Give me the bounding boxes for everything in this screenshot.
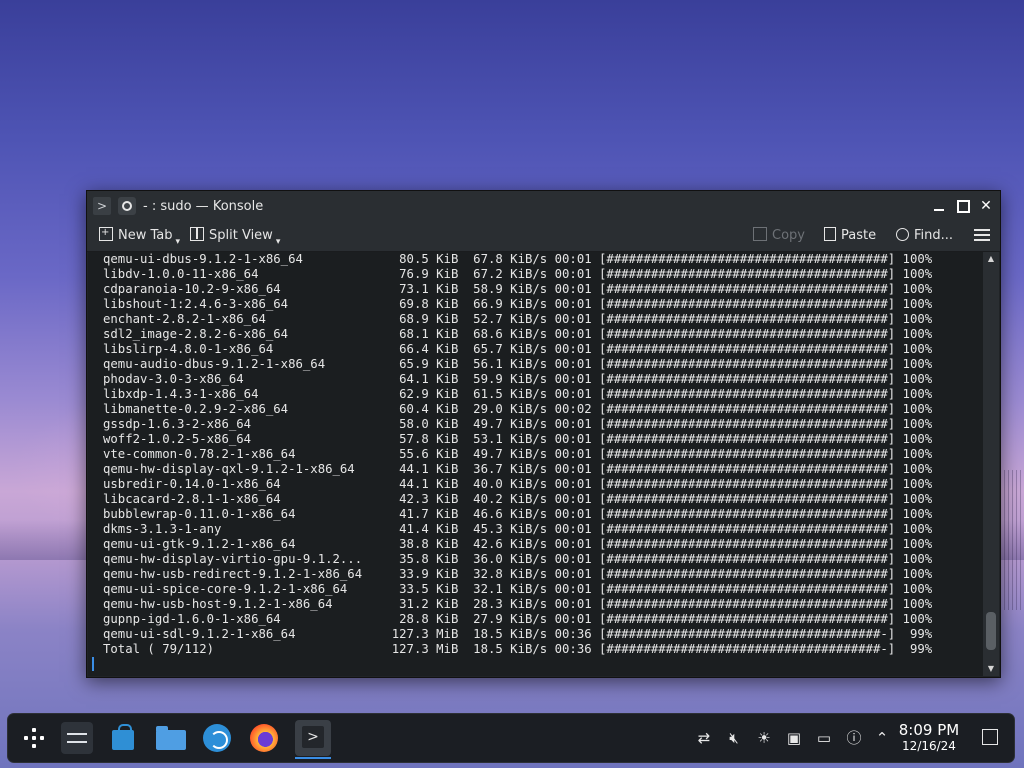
search-icon xyxy=(896,228,909,241)
copy-button[interactable]: Copy xyxy=(753,227,805,245)
show-desktop-icon[interactable] xyxy=(982,729,998,745)
window-menu-icon[interactable]: > xyxy=(93,197,111,215)
konsole-task-icon[interactable]: > xyxy=(295,720,331,759)
find-label: Find... xyxy=(914,228,954,243)
copy-label: Copy xyxy=(772,228,805,243)
terminal-line: woff2-1.0.2-5-x86_64 57.8 KiB 53.1 KiB/s… xyxy=(103,432,933,446)
clock[interactable]: 8:09 PM 12/16/24 xyxy=(894,721,964,753)
paste-icon xyxy=(824,227,836,241)
scroll-thumb[interactable] xyxy=(986,612,996,650)
terminal-line: bubblewrap-0.11.0-1-x86_64 41.7 KiB 46.6… xyxy=(103,507,933,521)
terminal-line: dkms-3.1.3-1-any 41.4 KiB 45.3 KiB/s 00:… xyxy=(103,522,933,536)
paste-label: Paste xyxy=(841,228,877,243)
window-titlebar[interactable]: > - : sudo — Konsole ✕ xyxy=(87,191,1000,221)
firefox-icon[interactable] xyxy=(248,722,280,754)
terminal-line: qemu-hw-display-virtio-gpu-9.1.2... 35.8… xyxy=(103,552,933,566)
terminal-line: qemu-hw-usb-redirect-9.1.2-1-x86_64 33.9… xyxy=(103,567,933,581)
copy-icon xyxy=(753,227,767,241)
konsole-app-icon[interactable] xyxy=(118,197,136,215)
konsole-toolbar: New Tab▾ Split View▾ Copy Paste Find... xyxy=(87,221,1000,252)
terminal-line: qemu-hw-usb-host-9.1.2-1-x86_64 31.2 KiB… xyxy=(103,597,933,611)
paste-button[interactable]: Paste xyxy=(824,227,876,245)
network-icon[interactable]: ⇄ xyxy=(694,728,714,748)
split-view-button[interactable]: Split View ▾ xyxy=(190,227,281,247)
terminal-cursor xyxy=(92,657,94,671)
terminal-line: phodav-3.0-3-x86_64 64.1 KiB 59.9 KiB/s … xyxy=(103,372,933,386)
terminal-scrollbar[interactable]: ▲ ▼ xyxy=(983,252,999,676)
terminal-line: enchant-2.8.2-1-x86_64 68.9 KiB 52.7 KiB… xyxy=(103,312,933,326)
split-view-label: Split View xyxy=(209,228,273,243)
terminal-line: gupnp-igd-1.6.0-1-x86_64 28.8 KiB 27.9 K… xyxy=(103,612,933,626)
terminal-line: qemu-audio-dbus-9.1.2-1-x86_64 65.9 KiB … xyxy=(103,357,933,371)
terminal-line: sdl2_image-2.8.2-6-x86_64 68.1 KiB 68.6 … xyxy=(103,327,933,341)
terminal-line: libxdp-1.4.3-1-x86_64 62.9 KiB 61.5 KiB/… xyxy=(103,387,933,401)
find-button[interactable]: Find... xyxy=(896,227,953,245)
terminal-line: qemu-hw-display-qxl-9.1.2-1-x86_64 44.1 … xyxy=(103,462,933,476)
terminal-line: qemu-ui-spice-core-9.1.2-1-x86_64 33.5 K… xyxy=(103,582,933,596)
hamburger-menu-icon[interactable] xyxy=(974,229,990,241)
terminal-line: libdv-1.0.0-11-x86_64 76.9 KiB 67.2 KiB/… xyxy=(103,267,933,281)
minimize-button[interactable] xyxy=(930,197,948,215)
split-view-icon xyxy=(190,227,204,241)
window-title: - : sudo — Konsole xyxy=(143,199,264,214)
new-tab-button[interactable]: New Tab▾ xyxy=(99,224,181,247)
volume-muted-icon[interactable]: 🔇︎ xyxy=(724,728,744,748)
terminal-output[interactable]: qemu-ui-dbus-9.1.2-1-x86_64 80.5 KiB 67.… xyxy=(88,252,983,676)
web-browser-icon[interactable] xyxy=(201,722,233,754)
system-settings-icon[interactable] xyxy=(61,722,93,754)
close-button[interactable]: ✕ xyxy=(977,197,995,215)
display-icon[interactable]: ▭ xyxy=(814,728,834,748)
terminal-line: gssdp-1.6.3-2-x86_64 58.0 KiB 49.7 KiB/s… xyxy=(103,417,933,431)
split-view-dropdown-icon[interactable]: ▾ xyxy=(276,237,281,247)
clock-time: 8:09 PM xyxy=(898,721,960,739)
terminal-line: cdparanoia-10.2-9-x86_64 73.1 KiB 58.9 K… xyxy=(103,282,933,296)
scroll-down-icon[interactable]: ▼ xyxy=(985,663,997,675)
help-icon[interactable]: ⓘ xyxy=(844,728,864,748)
konsole-window[interactable]: > - : sudo — Konsole ✕ New Tab▾ Split Vi… xyxy=(86,190,1001,678)
brightness-icon[interactable]: ☀ xyxy=(754,728,774,748)
maximize-button[interactable] xyxy=(954,197,972,215)
terminal-line: qemu-ui-dbus-9.1.2-1-x86_64 80.5 KiB 67.… xyxy=(103,252,933,266)
terminal-text: qemu-ui-dbus-9.1.2-1-x86_64 80.5 KiB 67.… xyxy=(88,252,983,657)
new-tab-dropdown-icon[interactable]: ▾ xyxy=(176,237,181,247)
discover-icon[interactable] xyxy=(108,722,140,754)
terminal-line: vte-common-0.78.2-1-x86_64 55.6 KiB 49.7… xyxy=(103,447,933,461)
new-tab-icon xyxy=(99,224,113,242)
terminal-line: libshout-1:2.4.6-3-x86_64 69.8 KiB 66.9 … xyxy=(103,297,933,311)
scroll-up-icon[interactable]: ▲ xyxy=(985,253,997,265)
new-tab-label: New Tab xyxy=(118,228,173,243)
terminal-line: libslirp-4.8.0-1-x86_64 66.4 KiB 65.7 Ki… xyxy=(103,342,933,356)
application-launcher-icon[interactable] xyxy=(22,726,46,750)
clock-date: 12/16/24 xyxy=(902,739,956,753)
terminal-line: libmanette-0.2.9-2-x86_64 60.4 KiB 29.0 … xyxy=(103,402,933,416)
taskbar: > ⇄ 🔇︎ ☀ ▣ ▭ ⓘ ⌃ 8:09 PM 12/16/24 xyxy=(8,714,1014,762)
dolphin-files-icon[interactable] xyxy=(156,722,188,754)
terminal-line: Total ( 79/112) 127.3 MiB 18.5 KiB/s 00:… xyxy=(103,642,933,656)
terminal-line: qemu-ui-gtk-9.1.2-1-x86_64 38.8 KiB 42.6… xyxy=(103,537,933,551)
terminal-line: usbredir-0.14.0-1-x86_64 44.1 KiB 40.0 K… xyxy=(103,477,933,491)
storage-icon[interactable]: ▣ xyxy=(784,728,804,748)
terminal-line: libcacard-2.8.1-1-x86_64 42.3 KiB 40.2 K… xyxy=(103,492,933,506)
tray-expand-icon[interactable]: ⌃ xyxy=(872,728,892,748)
terminal-line: qemu-ui-sdl-9.1.2-1-x86_64 127.3 MiB 18.… xyxy=(103,627,933,641)
